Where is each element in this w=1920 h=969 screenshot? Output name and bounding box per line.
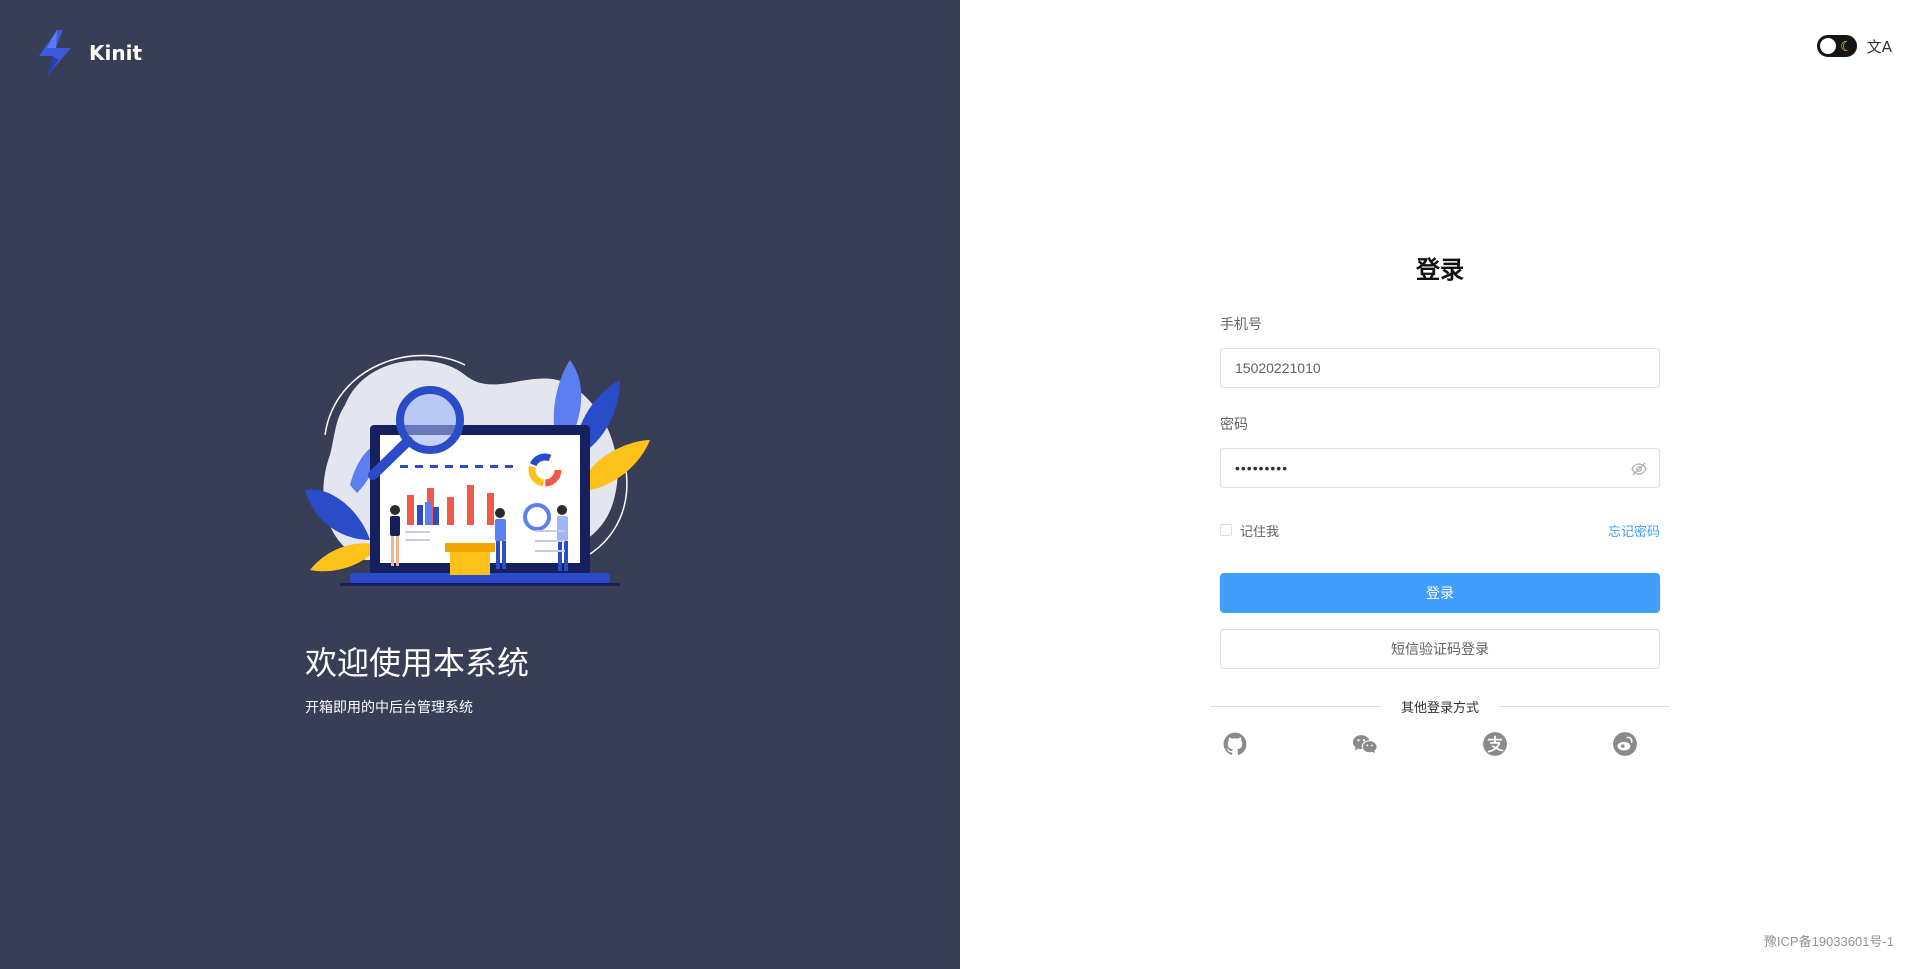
weibo-icon[interactable] bbox=[1612, 731, 1638, 757]
phone-value: 15020221010 bbox=[1235, 360, 1321, 376]
login-form: 登录 手机号 15020221010 密码 ••••••••• 记住我 忘记密码… bbox=[1220, 250, 1660, 669]
other-login-divider: 其他登录方式 bbox=[1210, 696, 1671, 716]
other-login-label: 其他登录方式 bbox=[1401, 700, 1480, 716]
forgot-password-link[interactable]: 忘记密码 bbox=[1608, 521, 1660, 540]
brand-logo: Kinit bbox=[33, 28, 142, 78]
divider-line-right bbox=[1499, 705, 1671, 707]
divider-line-left bbox=[1210, 705, 1381, 707]
remember-me[interactable]: 记住我 bbox=[1220, 521, 1279, 540]
theme-toggle[interactable]: ☾ bbox=[1816, 35, 1857, 57]
github-icon[interactable] bbox=[1222, 731, 1248, 757]
remember-checkbox[interactable] bbox=[1220, 524, 1232, 536]
sms-login-button[interactable]: 短信验证码登录 bbox=[1220, 629, 1660, 669]
moon-icon: ☾ bbox=[1840, 38, 1853, 54]
translate-icon[interactable]: 文A bbox=[1867, 36, 1892, 57]
top-toolbar: ☾ 文A bbox=[1816, 35, 1892, 57]
icp-record[interactable]: 豫ICP备19033601号-1 bbox=[1764, 931, 1894, 950]
phone-label: 手机号 bbox=[1220, 317, 1262, 333]
welcome-subtitle: 开箱即用的中后台管理系统 bbox=[305, 700, 473, 716]
login-options: 记住我 忘记密码 bbox=[1220, 520, 1660, 540]
remember-label: 记住我 bbox=[1240, 524, 1280, 540]
phone-input[interactable]: 15020221010 bbox=[1220, 348, 1660, 388]
password-value: ••••••••• bbox=[1235, 460, 1289, 476]
login-title: 登录 bbox=[1416, 256, 1464, 284]
eye-hidden-icon[interactable] bbox=[1631, 461, 1647, 477]
password-input[interactable]: ••••••••• bbox=[1220, 448, 1660, 488]
toggle-knob bbox=[1819, 38, 1836, 54]
welcome-title: 欢迎使用本系统 bbox=[305, 644, 530, 682]
wechat-icon[interactable] bbox=[1352, 731, 1378, 757]
alipay-icon[interactable] bbox=[1482, 731, 1508, 757]
social-login-list bbox=[1222, 731, 1638, 757]
password-label: 密码 bbox=[1220, 417, 1248, 433]
brand-name: Kinit bbox=[89, 41, 143, 65]
lightning-logo-icon bbox=[39, 30, 71, 76]
right-panel: ☾ 文A 登录 手机号 15020221010 密码 ••••••••• 记住我… bbox=[960, 0, 1920, 969]
login-button[interactable]: 登录 bbox=[1220, 573, 1660, 613]
dashboard-illustration bbox=[305, 354, 650, 586]
left-panel: Kinit 欢迎使用本系统 开箱即用的中后台管理系统 bbox=[0, 0, 960, 969]
